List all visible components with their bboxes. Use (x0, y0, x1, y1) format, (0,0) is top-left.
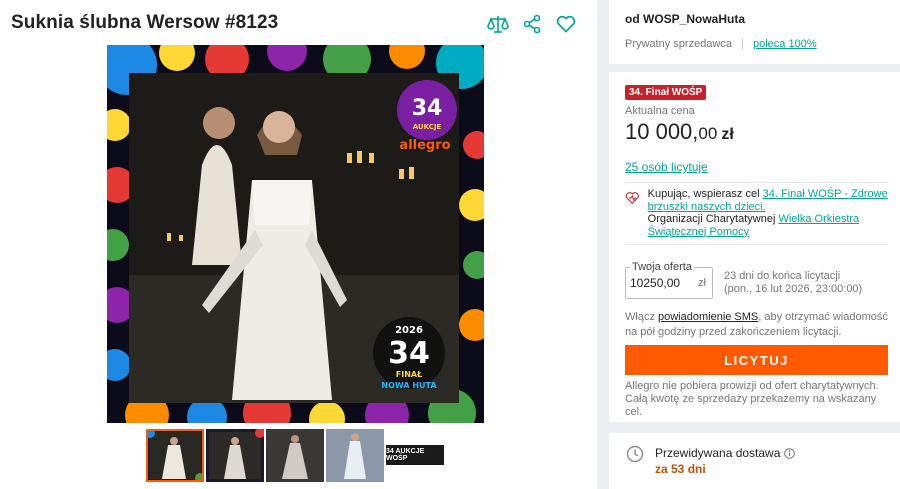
page-title: Suknia ślubna Wersow #8123 (11, 12, 279, 33)
price-label: Aktualna cena (625, 105, 695, 117)
charity-prefix: Kupując, wspierasz cel (647, 188, 763, 200)
heart-charity-icon (625, 192, 639, 205)
price-integer: 10 000, (625, 119, 699, 144)
badge-year: 2026 (395, 325, 423, 336)
thumbnail-strip: 34 AUKCJE WOŚP (146, 429, 444, 482)
seller-recommendation-link[interactable]: poleca 100% (753, 38, 817, 50)
seller-type: Prywatny sprzedawca (625, 38, 732, 50)
wosp-badge: 34. Finał WOŚP (625, 85, 707, 100)
seller-name[interactable]: od WOSP_NowaHuta (625, 12, 884, 26)
charity-text: Kupując, wspierasz cel 34. Finał WOŚP - … (648, 188, 888, 238)
thumbnail[interactable] (206, 429, 264, 482)
badge-city: NOWA HUTA (381, 381, 437, 390)
bidders-link[interactable]: 25 osób licytuje (625, 160, 708, 174)
bid-field[interactable]: Twoja oferta zł (625, 261, 713, 299)
divider (742, 38, 743, 50)
delivery-label-row: Przewidywana dostawa (655, 446, 796, 460)
delivery-card: Przewidywana dostawa za 53 dni (609, 433, 900, 489)
badge-number-bottom: 34 (388, 336, 430, 371)
wosp-auction-logo: 34 AUKCJE WOŚP (386, 445, 444, 465)
listing-panel: Suknia ślubna Wersow #8123 34 AUKCJE all… (0, 0, 597, 489)
org-prefix: Organizacji Charytatywnej (647, 213, 779, 225)
thumbnail[interactable] (326, 429, 384, 482)
info-icon[interactable] (784, 447, 796, 459)
seller-meta: Prywatny sprzedawca poleca 100% (625, 38, 884, 50)
thumbnail[interactable] (266, 429, 324, 482)
bid-button[interactable]: LICYTUJ (625, 345, 888, 375)
sms-notification-info: Włącz powiadomienie SMS, aby otrzymać wi… (625, 310, 888, 340)
divider (625, 244, 888, 245)
bid-input[interactable] (630, 276, 694, 290)
thumbnail[interactable] (146, 429, 204, 482)
heart-icon[interactable] (554, 12, 578, 36)
share-icon[interactable] (520, 12, 544, 36)
bid-unit: zł (698, 277, 706, 289)
charity-info: Kupując, wspierasz cel 34. Finał WOŚP - … (625, 188, 888, 238)
price-decimal: 00 (698, 124, 718, 143)
main-product-image[interactable]: 34 AUKCJE allegro 2026 34 FINAŁ NOWA HUT… (107, 45, 484, 423)
compare-icon[interactable] (486, 12, 510, 36)
seller-card: od WOSP_NowaHuta Prywatny sprzedawca pol… (609, 0, 900, 64)
sms-notification-link[interactable]: powiadomienie SMS (658, 311, 758, 323)
time-left: 23 dni do końca licytacji (724, 270, 841, 282)
end-date: (pon., 16 lut 2026, 23:00:00) (724, 283, 863, 295)
sms-prefix: Włącz (625, 311, 658, 323)
action-icons (486, 12, 578, 36)
clock-icon (626, 445, 644, 463)
auction-time-info: 23 dni do końca licytacji (pon., 16 lut … (724, 270, 862, 296)
allegro-logo-text: allegro (399, 138, 450, 153)
purchase-panel: od WOSP_NowaHuta Prywatny sprzedawca pol… (609, 0, 900, 489)
badge-number-top: 34 (412, 96, 443, 121)
badge-final: FINAŁ (396, 370, 422, 379)
divider (625, 182, 888, 183)
current-price: 10 000,00 zł (625, 119, 734, 145)
fee-info: Allegro nie pobiera prowizji od ofert ch… (625, 380, 879, 418)
bid-field-label: Twoja oferta (630, 261, 694, 273)
badge-text-top: AUKCJE (413, 123, 442, 131)
delivery-value: za 53 dni (655, 462, 706, 476)
delivery-label: Przewidywana dostawa (655, 446, 781, 460)
price-currency: zł (721, 126, 734, 143)
thumbnail[interactable]: 34 AUKCJE WOŚP (386, 429, 444, 482)
offer-card: 34. Finał WOŚP Aktualna cena 10 000,00 zł… (609, 72, 900, 422)
